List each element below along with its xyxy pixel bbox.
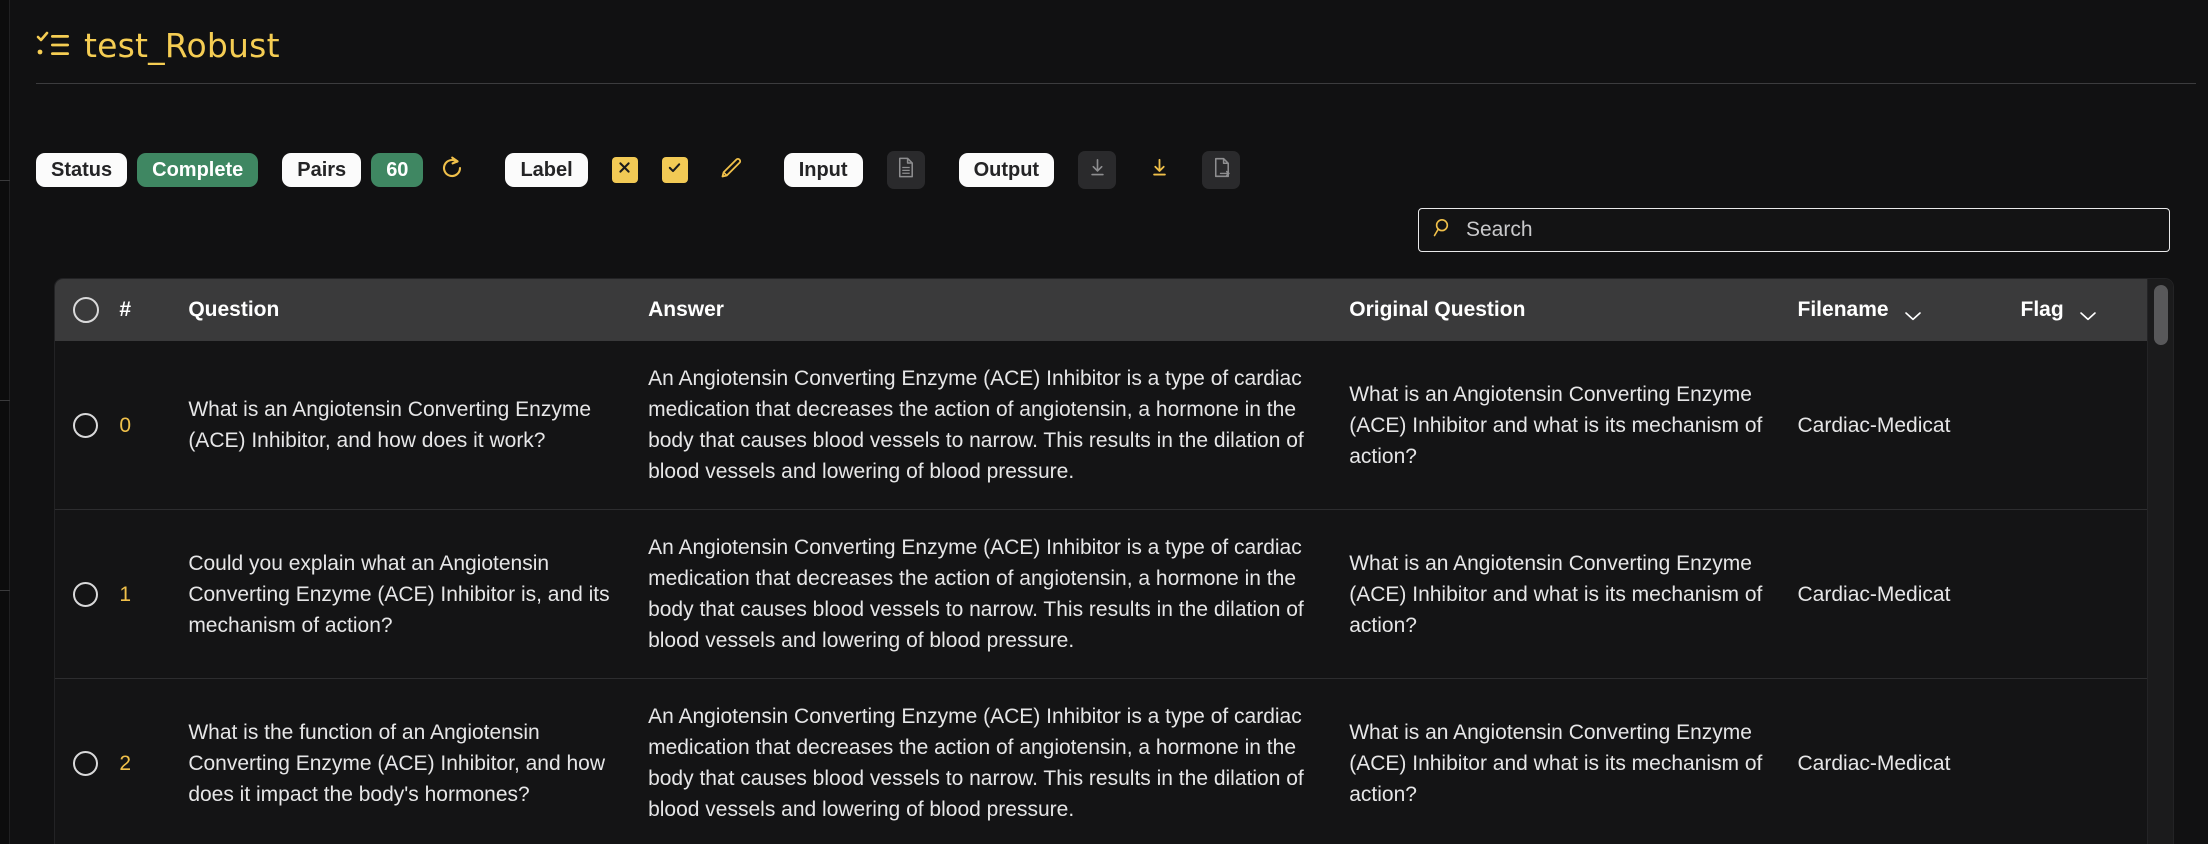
pairs-label: Pairs: [282, 153, 362, 187]
chevron-down-icon[interactable]: [2078, 304, 2098, 321]
row-flag: [2021, 679, 2148, 844]
output-export-button[interactable]: [1202, 151, 1241, 189]
cross-icon: [617, 160, 632, 180]
row-original-question: What is an Angiotensin Converting Enzyme…: [1349, 382, 1763, 468]
reject-button[interactable]: [611, 157, 638, 183]
output-download-active-button[interactable]: [1140, 151, 1178, 189]
edit-button[interactable]: [712, 151, 750, 189]
column-header-flag-label: Flag: [2020, 298, 2064, 321]
column-header-filename-label: Filename: [1797, 298, 1889, 321]
table-row[interactable]: 2 What is the function of an Angiotensin…: [55, 678, 2148, 844]
table-scrollbar[interactable]: [2147, 279, 2173, 844]
pencil-icon: [717, 154, 745, 187]
toolbar: Status Complete Pairs 60 Label Input Out…: [36, 148, 1241, 192]
search-icon: [1433, 217, 1454, 243]
row-answer: An Angiotensin Converting Enzyme (ACE) I…: [648, 705, 1304, 821]
radio-unchecked-icon[interactable]: [73, 297, 99, 323]
input-label: Input: [783, 153, 863, 187]
input-file-button[interactable]: [886, 151, 925, 189]
column-header-flag[interactable]: Flag: [2021, 279, 2148, 341]
row-filename: Cardiac-Medicat: [1797, 413, 1951, 437]
row-answer: An Angiotensin Converting Enzyme (ACE) I…: [648, 536, 1304, 652]
row-filename: Cardiac-Medicat: [1797, 751, 1951, 775]
row-index: 1: [119, 582, 132, 606]
refresh-icon: [439, 155, 465, 186]
label-label: Label: [505, 153, 588, 187]
row-index: 0: [119, 413, 132, 437]
radio-unchecked-icon[interactable]: [73, 412, 98, 438]
row-select[interactable]: [55, 510, 119, 679]
output-download-button[interactable]: [1078, 151, 1117, 189]
accept-button[interactable]: [661, 157, 688, 183]
status-label: Status: [36, 153, 128, 187]
row-original-question: What is an Angiotensin Converting Enzyme…: [1349, 551, 1763, 637]
output-label: Output: [958, 153, 1055, 187]
page-header: test_Robust: [10, 0, 2208, 68]
row-select[interactable]: [55, 341, 119, 510]
table-body: 0 What is an Angiotensin Converting Enzy…: [55, 341, 2147, 844]
row-answer: An Angiotensin Converting Enzyme (ACE) I…: [648, 367, 1304, 483]
column-header-index[interactable]: #: [119, 279, 188, 341]
header-divider: [36, 83, 2196, 84]
row-flag: [2021, 341, 2148, 510]
row-question: What is the function of an Angiotensin C…: [188, 720, 606, 806]
table-row[interactable]: 0 What is an Angiotensin Converting Enzy…: [55, 341, 2147, 510]
task-list-icon: [36, 31, 70, 59]
radio-unchecked-icon[interactable]: [73, 750, 98, 776]
row-index: 2: [119, 751, 132, 775]
column-header-filename[interactable]: Filename: [1798, 279, 2021, 341]
row-select[interactable]: [55, 679, 119, 844]
table-header-row: # Question Answer Original Question File…: [55, 279, 2147, 341]
chevron-down-icon[interactable]: [1903, 304, 1923, 321]
status-badge: Complete: [137, 153, 259, 187]
search-input[interactable]: [1466, 218, 2155, 242]
table-scrollbar-thumb[interactable]: [2154, 285, 2168, 345]
table-row[interactable]: 1 Could you explain what an Angiotensin …: [55, 509, 2148, 679]
data-table: # Question Answer Original Question File…: [54, 278, 2174, 844]
download-icon: [1086, 156, 1109, 184]
column-header-original-question[interactable]: Original Question: [1349, 279, 1797, 341]
row-question: Could you explain what an Angiotensin Co…: [188, 551, 610, 637]
file-text-icon: [894, 156, 917, 184]
pairs-count-badge: 60: [371, 153, 424, 187]
select-all-header[interactable]: [55, 279, 119, 341]
row-filename: Cardiac-Medicat: [1797, 582, 1951, 606]
app-window: test_Robust Status Complete Pairs 60 Lab…: [0, 0, 2208, 844]
page-body: test_Robust Status Complete Pairs 60 Lab…: [10, 0, 2208, 844]
check-icon: [667, 160, 682, 180]
row-original-question: What is an Angiotensin Converting Enzyme…: [1349, 720, 1763, 806]
row-flag: [2021, 510, 2148, 679]
search-bar[interactable]: [1418, 208, 2170, 252]
column-header-answer[interactable]: Answer: [648, 279, 1349, 341]
refresh-button[interactable]: [433, 151, 471, 189]
file-export-icon: [1210, 156, 1233, 184]
left-rail: [0, 0, 10, 844]
download-icon: [1148, 156, 1171, 184]
row-question: What is an Angiotensin Converting Enzyme…: [188, 398, 592, 452]
page-title: test_Robust: [84, 25, 280, 65]
table-scroll-area: # Question Answer Original Question File…: [55, 279, 2147, 844]
radio-unchecked-icon[interactable]: [73, 581, 98, 607]
column-header-question[interactable]: Question: [188, 279, 648, 341]
